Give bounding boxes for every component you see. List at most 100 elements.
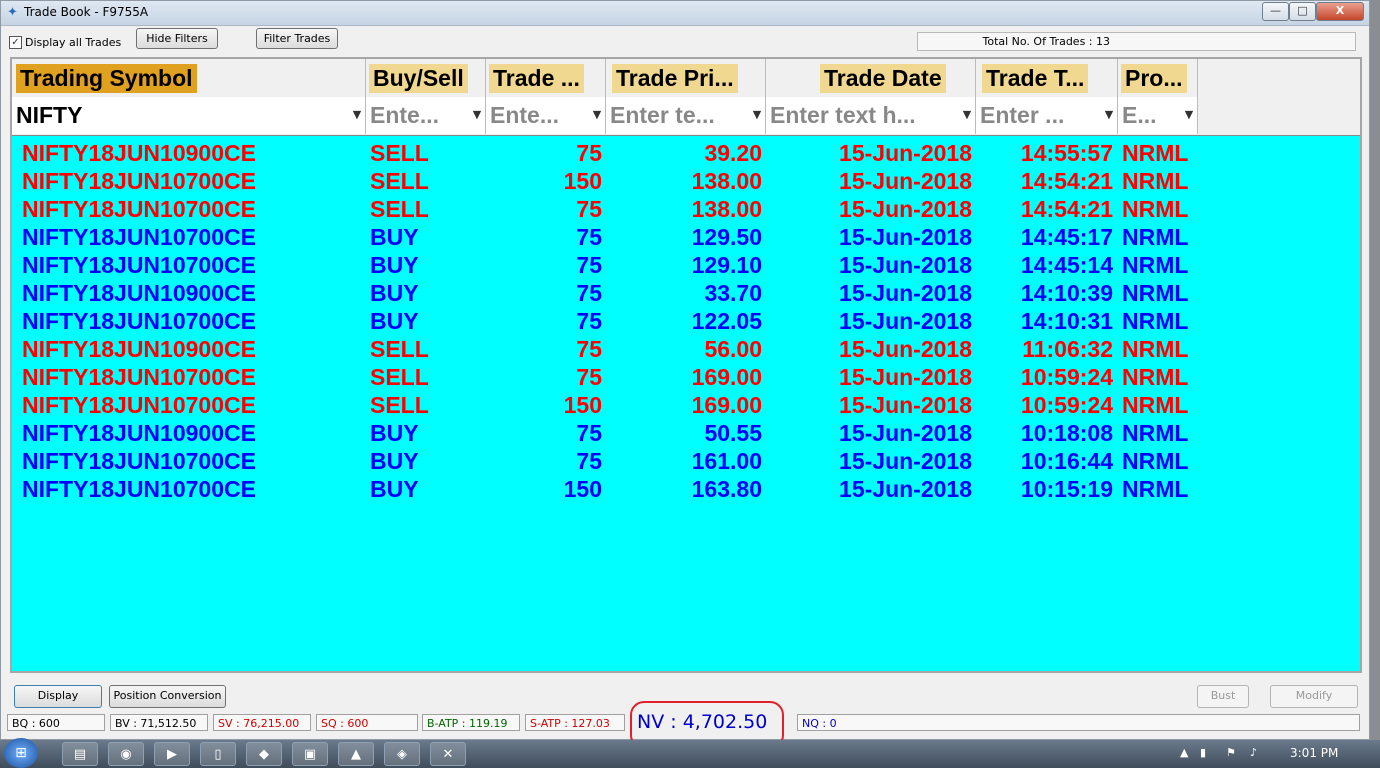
table-row[interactable]: NIFTY18JUN10700CE BUY 75 129.10 15-Jun-2018 1… xyxy=(12,251,1360,279)
cell-side: SELL xyxy=(370,140,429,166)
taskbar: ⊞ ▤ ◉ ▶ ▯ ◆ ▣ ▲ ◈ ✕ ▲ ▮ ⚑ ♪ 3:01 PM xyxy=(0,738,1380,768)
header-trade-time[interactable]: Trade T... xyxy=(976,59,1118,97)
table-row[interactable]: NIFTY18JUN10700CE SELL 150 169.00 15-Jun-201… xyxy=(12,391,1360,419)
filter-trade-time[interactable]: Enter ... ▼ xyxy=(976,97,1118,134)
bust-button[interactable]: Bust xyxy=(1197,685,1249,708)
position-conversion-button[interactable]: Position Conversion xyxy=(109,685,226,708)
filter-trade-date[interactable]: Enter text h... ▼ xyxy=(766,97,976,134)
cell-date: 15-Jun-2018 xyxy=(839,140,972,166)
cell-symbol: NIFTY18JUN10900CE xyxy=(22,140,256,166)
table-row[interactable]: NIFTY18JUN10700CE SELL 150 138.00 15-Jun-201… xyxy=(12,167,1360,195)
funnel-icon[interactable]: ▼ xyxy=(961,109,973,121)
header-trade-price[interactable]: Trade Pri... xyxy=(606,59,766,97)
cell-symbol: NIFTY18JUN10700CE xyxy=(22,392,256,418)
display-all-trades-checkbox[interactable]: ✓ xyxy=(9,36,22,49)
funnel-icon[interactable]: ▼ xyxy=(471,109,483,121)
network-app-icon[interactable]: ◈ xyxy=(384,742,420,766)
cell-product: NRML xyxy=(1122,196,1189,222)
filter-text[interactable]: NIFTY xyxy=(16,100,82,130)
cell-qty: 75 xyxy=(576,448,602,474)
funnel-icon[interactable]: ▼ xyxy=(1103,109,1115,121)
filter-text[interactable]: E... xyxy=(1122,100,1157,130)
header-trading-symbol[interactable]: Trading Symbol xyxy=(12,59,366,97)
hide-filters-button[interactable]: Hide Filters xyxy=(136,28,218,49)
modify-button[interactable]: Modify xyxy=(1270,685,1358,708)
document-icon[interactable]: ▯ xyxy=(200,742,236,766)
cell-date: 15-Jun-2018 xyxy=(839,420,972,446)
cell-date: 15-Jun-2018 xyxy=(839,476,972,502)
cell-product: NRML xyxy=(1122,420,1189,446)
signal-icon[interactable]: ▮ xyxy=(1200,746,1206,759)
table-row[interactable]: NIFTY18JUN10700CE SELL 75 138.00 15-Jun-2018… xyxy=(12,195,1360,223)
cell-symbol: NIFTY18JUN10700CE xyxy=(22,476,256,502)
header-product[interactable]: Pro... xyxy=(1118,59,1198,97)
filter-product[interactable]: E... ▼ xyxy=(1118,97,1198,134)
status-satp: S-ATP : 127.03 xyxy=(525,714,625,731)
cell-price: 138.00 xyxy=(691,168,762,194)
close-button[interactable]: X xyxy=(1316,2,1364,21)
volume-icon[interactable]: ♪ xyxy=(1250,746,1257,759)
table-row[interactable]: NIFTY18JUN10900CE BUY 75 33.70 15-Jun-2018 14… xyxy=(12,279,1360,307)
cell-side: SELL xyxy=(370,364,429,390)
windows-start-icon[interactable]: ⊞ xyxy=(4,738,38,768)
cell-time: 10:15:19 xyxy=(1020,476,1113,502)
cell-symbol: NIFTY18JUN10900CE xyxy=(22,280,256,306)
cell-date: 15-Jun-2018 xyxy=(839,308,972,334)
cell-side: BUY xyxy=(370,448,419,474)
display-button[interactable]: Display xyxy=(14,685,102,708)
table-row[interactable]: NIFTY18JUN10900CE SELL 75 56.00 15-Jun-2018 1… xyxy=(12,335,1360,363)
cell-date: 15-Jun-2018 xyxy=(839,336,972,362)
cell-qty: 75 xyxy=(576,336,602,362)
filter-text[interactable]: Enter ... xyxy=(980,100,1064,130)
cell-price: 50.55 xyxy=(704,420,762,446)
funnel-icon[interactable]: ▼ xyxy=(1183,109,1195,121)
filter-trading-symbol[interactable]: NIFTY ▼ xyxy=(12,97,366,134)
table-row[interactable]: NIFTY18JUN10700CE BUY 75 122.05 15-Jun-2018 1… xyxy=(12,307,1360,335)
cell-symbol: NIFTY18JUN10700CE xyxy=(22,168,256,194)
funnel-icon[interactable]: ▼ xyxy=(751,109,763,121)
maximize-button[interactable]: □ xyxy=(1289,2,1316,21)
filter-text[interactable]: Ente... xyxy=(490,100,559,130)
window-icon[interactable]: ▣ xyxy=(292,742,328,766)
cell-time: 10:18:08 xyxy=(1020,420,1113,446)
clock[interactable]: 3:01 PM xyxy=(1290,746,1338,760)
trading-app-icon[interactable]: ◆ xyxy=(246,742,282,766)
cell-date: 15-Jun-2018 xyxy=(839,280,972,306)
filter-trade-qty[interactable]: Ente... ▼ xyxy=(486,97,606,134)
chrome-icon[interactable]: ◉ xyxy=(108,742,144,766)
table-row[interactable]: NIFTY18JUN10700CE BUY 75 161.00 15-Jun-2018 1… xyxy=(12,447,1360,475)
filter-trades-button[interactable]: Filter Trades xyxy=(256,28,338,49)
chart-app-icon[interactable]: ▲ xyxy=(338,742,374,766)
funnel-icon[interactable]: ▼ xyxy=(591,109,603,121)
explorer-icon[interactable]: ▤ xyxy=(62,742,98,766)
filter-buy-sell[interactable]: Ente... ▼ xyxy=(366,97,486,134)
cell-product: NRML xyxy=(1122,336,1189,362)
trade-book-window: ✦ Trade Book - F9755A — □ X ✓ Display al… xyxy=(0,0,1370,749)
header-buy-sell[interactable]: Buy/Sell xyxy=(366,59,486,97)
total-trades-label: Total No. Of Trades : 13 xyxy=(982,35,1110,48)
cell-qty: 75 xyxy=(576,196,602,222)
filter-trade-price[interactable]: Enter te... ▼ xyxy=(606,97,766,134)
media-player-icon[interactable]: ▶ xyxy=(154,742,190,766)
filter-text[interactable]: Enter text h... xyxy=(770,100,916,130)
flag-icon[interactable]: ⚑ xyxy=(1226,746,1236,759)
table-row[interactable]: NIFTY18JUN10700CE SELL 75 169.00 15-Jun-2018… xyxy=(12,363,1360,391)
minimize-button[interactable]: — xyxy=(1262,2,1289,21)
cell-side: SELL xyxy=(370,392,429,418)
filter-text[interactable]: Ente... xyxy=(370,100,439,130)
excel-icon[interactable]: ✕ xyxy=(430,742,466,766)
cell-qty: 75 xyxy=(576,280,602,306)
cell-product: NRML xyxy=(1122,308,1189,334)
status-bv: BV : 71,512.50 xyxy=(110,714,208,731)
table-row[interactable]: NIFTY18JUN10900CE BUY 75 50.55 15-Jun-2018 10… xyxy=(12,419,1360,447)
cell-time: 14:45:17 xyxy=(1020,224,1113,250)
table-row[interactable]: NIFTY18JUN10700CE BUY 150 163.80 15-Jun-2018… xyxy=(12,475,1360,503)
header-trade-date[interactable]: Trade Date xyxy=(766,59,976,97)
tray-expand-icon[interactable]: ▲ xyxy=(1180,746,1188,759)
table-row[interactable]: NIFTY18JUN10700CE BUY 75 129.50 15-Jun-2018 1… xyxy=(12,223,1360,251)
filter-text[interactable]: Enter te... xyxy=(610,100,715,130)
header-trade-qty[interactable]: Trade ... xyxy=(486,59,606,97)
table-row[interactable]: NIFTY18JUN10900CE SELL 75 39.20 15-Jun-2018 1… xyxy=(12,139,1360,167)
funnel-icon[interactable]: ▼ xyxy=(351,109,363,121)
cell-price: 33.70 xyxy=(704,280,762,306)
